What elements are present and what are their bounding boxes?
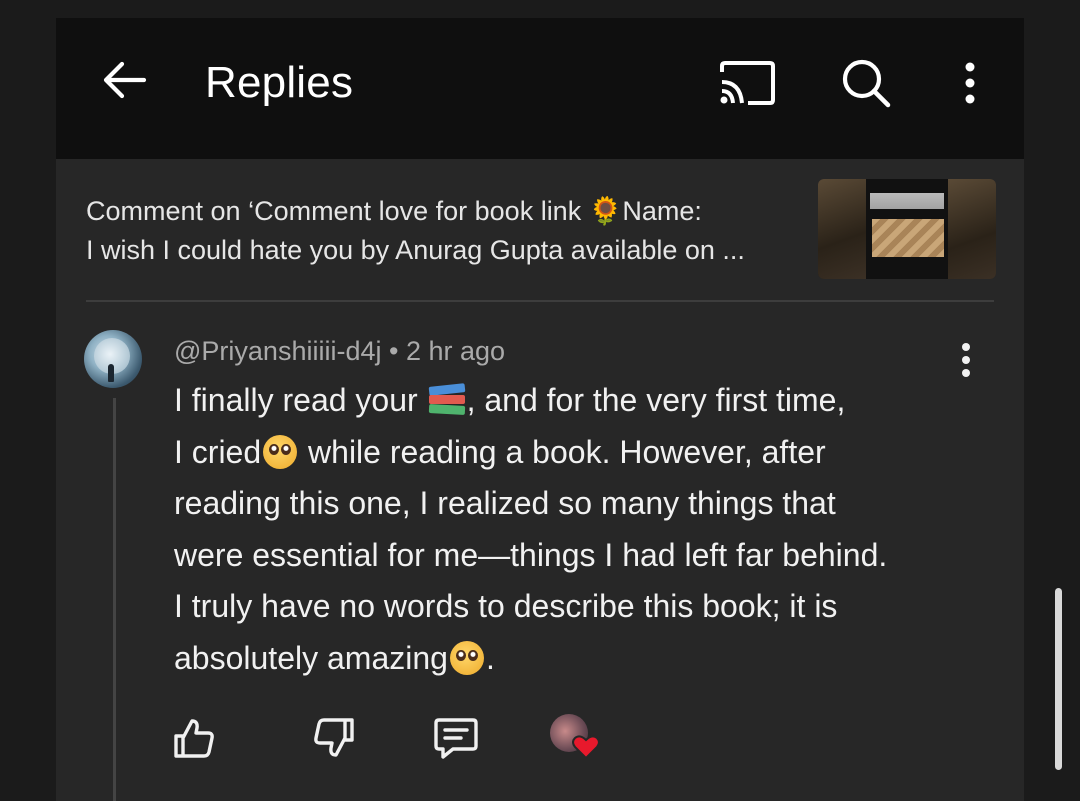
parent-comment-summary: Comment on ‘Comment love for book link 🌻… [86, 192, 786, 269]
reply-line-6: absolutely amazing. [174, 639, 495, 676]
pleading-face-emoji [449, 640, 484, 675]
back-button[interactable] [96, 56, 152, 104]
reply-line-3: reading this one, I realized so many thi… [174, 485, 836, 521]
reply-icon [434, 718, 478, 759]
thread-line [113, 398, 116, 801]
video-thumbnail[interactable] [818, 179, 996, 279]
heart-icon [572, 735, 600, 760]
scrollbar[interactable] [1055, 588, 1062, 770]
thumbs-down-icon [314, 718, 354, 757]
reply-line-1: I finally read your , and for the very f… [174, 382, 846, 418]
creator-heart-icon [550, 714, 606, 766]
sunflower-emoji: 🌻 [588, 196, 623, 227]
meta-separator: • [381, 336, 406, 366]
dislike-button[interactable] [304, 708, 364, 768]
context-line-1: Comment on ‘Comment love for book link 🌻… [86, 196, 702, 227]
reply-line-5: I truly have no words to describe this b… [174, 588, 838, 624]
avatar[interactable] [84, 330, 142, 388]
back-arrow-icon [103, 61, 147, 99]
author-handle[interactable]: @Priyanshiiiii-d4j [174, 336, 381, 366]
cast-button[interactable] [716, 58, 778, 108]
books-emoji [428, 383, 465, 415]
cast-icon [720, 61, 775, 105]
replies-screen: Replies Comment on ‘Comment love for boo… [56, 18, 1024, 801]
reply-line-4: were essential for me—things I had left … [174, 536, 888, 573]
top-app-bar: Replies [56, 18, 1024, 159]
reply-meta: @Priyanshiiiii-d4j • 2 hr ago [174, 336, 505, 367]
search-button[interactable] [836, 56, 896, 110]
reply-line-2: I cried while reading a book. However, a… [174, 433, 826, 470]
context-line-2: I wish I could hate you by Anurag Gupta … [86, 235, 745, 265]
parent-comment-context[interactable]: Comment on ‘Comment love for book link 🌻… [86, 178, 996, 302]
like-button[interactable] [164, 708, 224, 768]
reply-button[interactable] [426, 708, 486, 768]
pleading-face-emoji [263, 434, 298, 469]
reply-action-bar [164, 708, 664, 768]
more-options-button[interactable] [946, 56, 994, 110]
more-vert-icon [962, 343, 970, 377]
page-title: Replies [205, 58, 354, 107]
reply-text: I finally read your , and for the very f… [174, 375, 974, 684]
timestamp: 2 hr ago [405, 336, 506, 366]
search-icon [842, 59, 891, 108]
thumbs-up-icon [174, 719, 214, 758]
more-vert-icon [965, 62, 975, 104]
